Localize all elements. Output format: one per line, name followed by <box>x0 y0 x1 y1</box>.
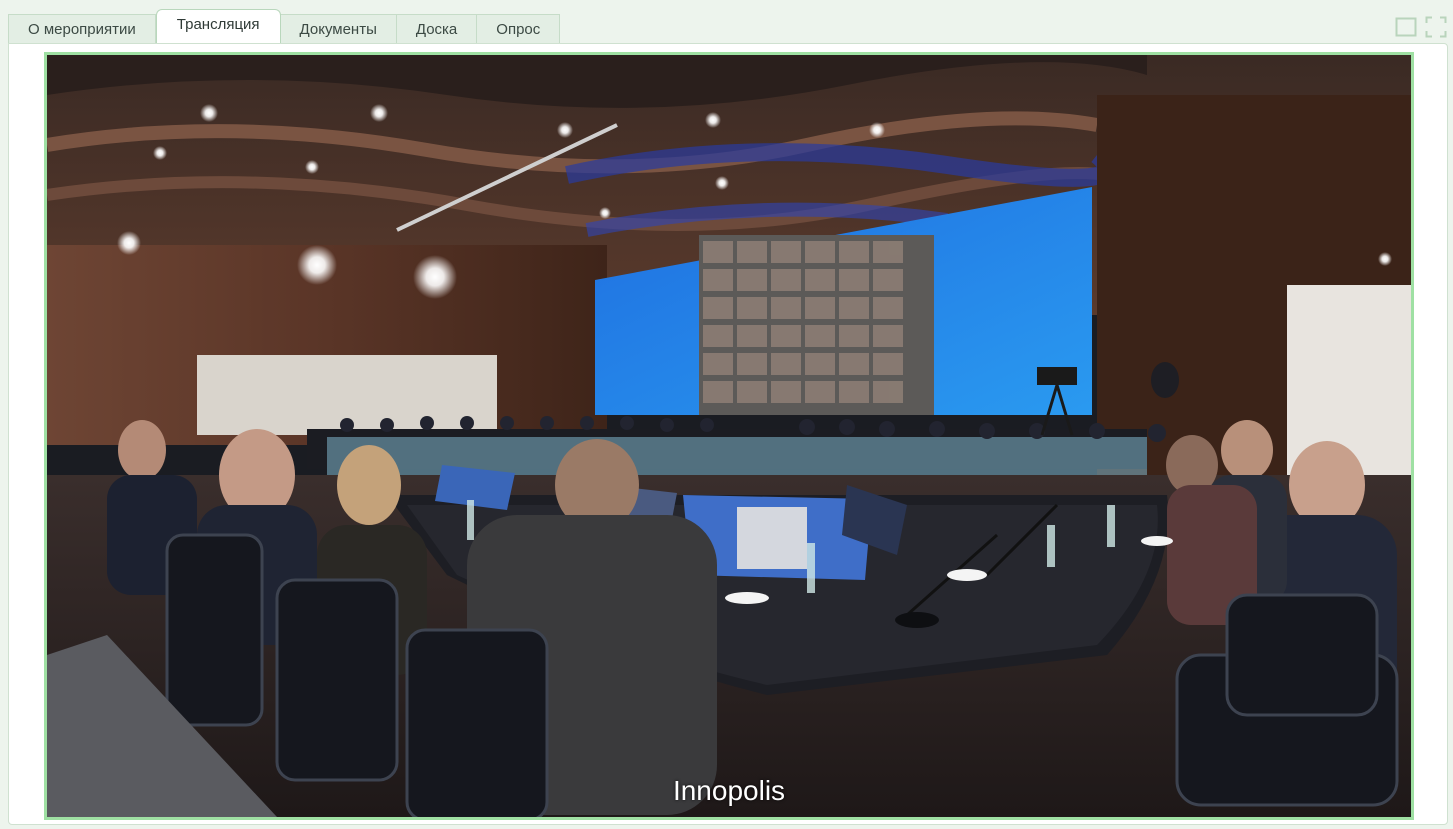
tab-board[interactable]: Доска <box>396 14 478 44</box>
tab-label: Трансляция <box>176 16 260 33</box>
tab-label: Доска <box>415 21 458 38</box>
tab-poll[interactable]: Опрос <box>477 14 561 44</box>
tab-bar: О мероприятии Трансляция Документы Доска… <box>8 8 1448 45</box>
fullscreen-icon[interactable] <box>1425 16 1447 38</box>
content-panel: Innopolis <box>8 43 1448 825</box>
tab-label: Опрос <box>496 21 541 38</box>
video-player[interactable]: Innopolis <box>44 52 1414 820</box>
tab-label: О мероприятии <box>28 21 136 38</box>
window-controls <box>1395 16 1447 38</box>
tab-label: Документы <box>299 21 377 38</box>
square-icon[interactable] <box>1395 16 1417 38</box>
tab-documents[interactable]: Документы <box>280 14 397 44</box>
app-window: О мероприятии Трансляция Документы Доска… <box>0 0 1453 829</box>
tab-about-event[interactable]: О мероприятии <box>8 14 156 44</box>
tab-broadcast[interactable]: Трансляция <box>155 9 281 45</box>
video-frame-image <box>47 55 1411 817</box>
